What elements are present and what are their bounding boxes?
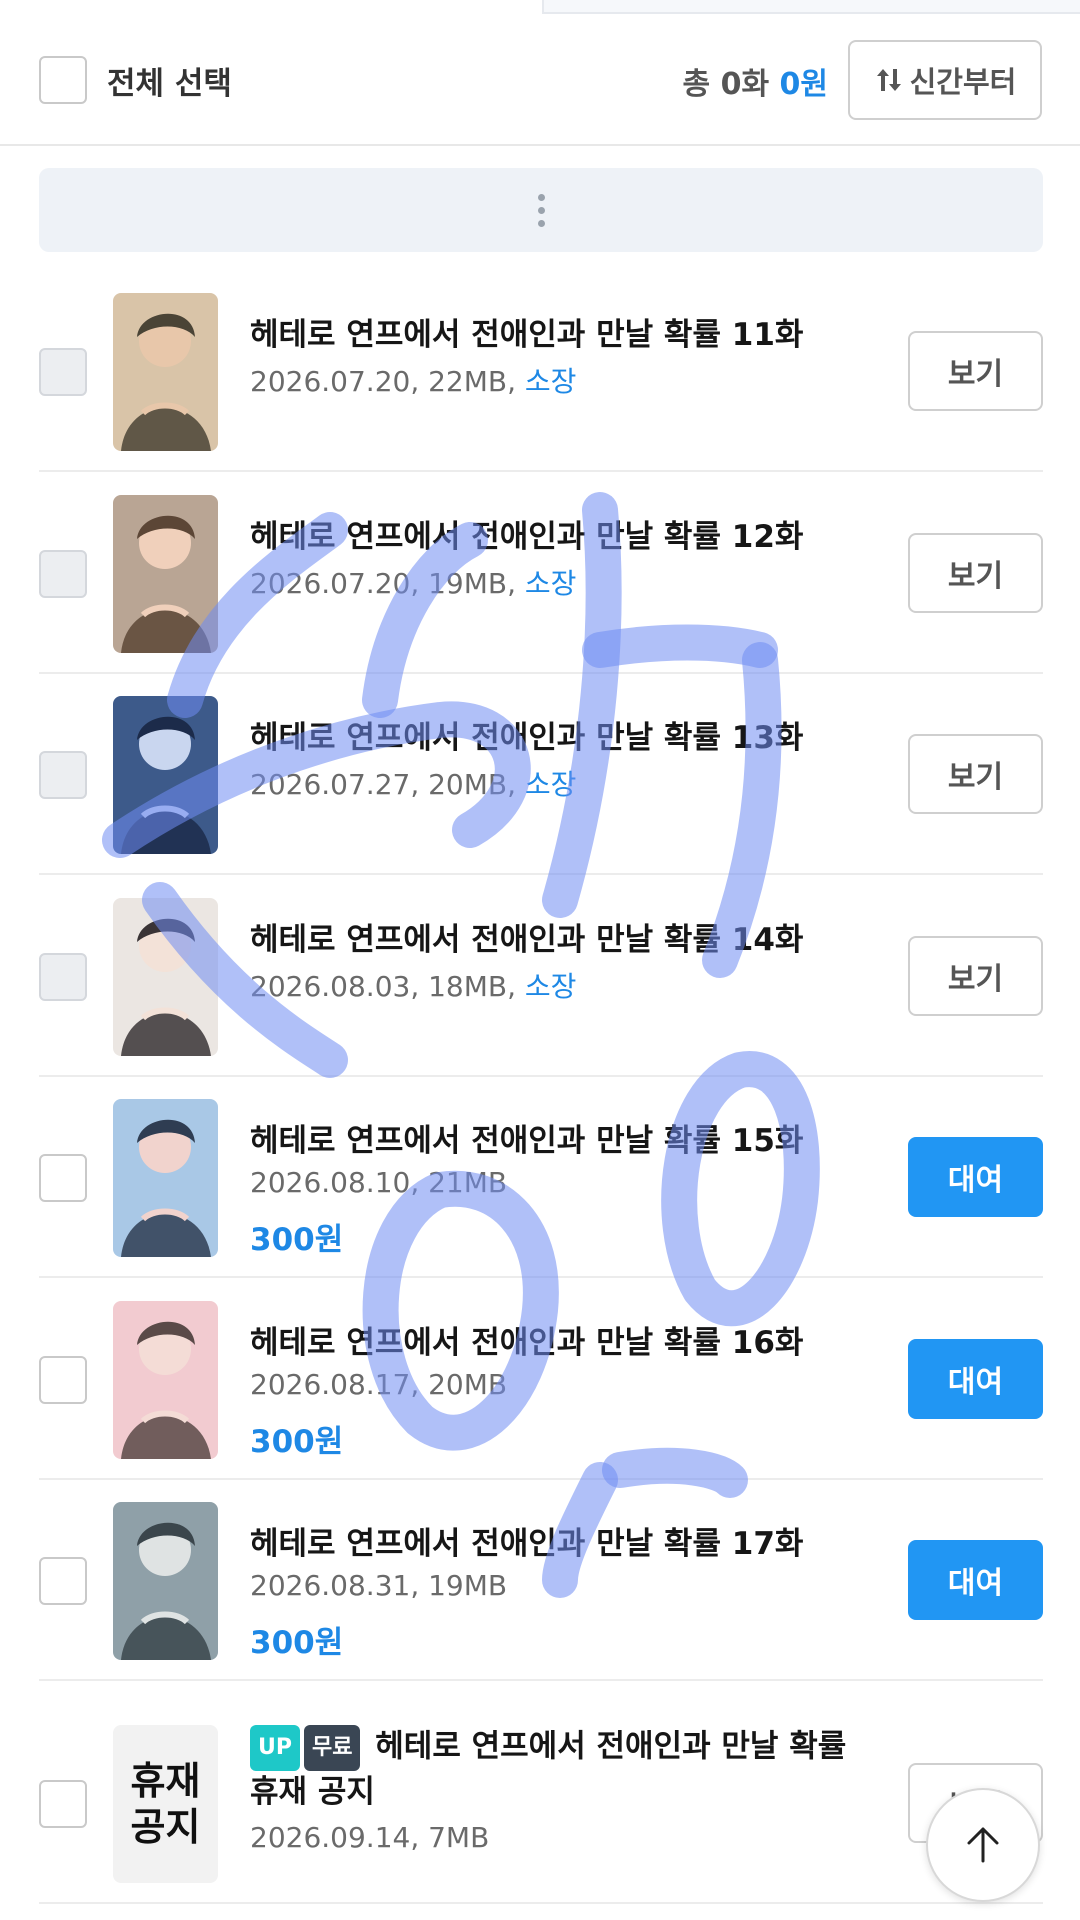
total-prefix: 총 — [682, 67, 711, 102]
episode-checkbox[interactable] — [39, 1355, 87, 1404]
episode-thumbnail[interactable] — [113, 1099, 218, 1257]
view-button[interactable]: 보기 — [908, 935, 1043, 1016]
thumbnail-illustration — [113, 897, 218, 1056]
episode-date-size: 2026.07.20, 22MB, — [250, 365, 517, 398]
episode-date-size: 2026.08.10, 21MB — [250, 1166, 508, 1199]
episode-date-size: 2026.08.03, 18MB, — [250, 969, 517, 1003]
arrow-up-icon — [967, 1827, 999, 1863]
up-badge: UP — [250, 1725, 300, 1771]
episode-date-size: 2026.08.17, 20MB — [250, 1367, 508, 1401]
rent-button[interactable]: 대여 — [908, 1137, 1043, 1217]
episode-meta: 2026.07.20, 22MB, 소장 — [250, 360, 576, 400]
select-all-checkbox[interactable] — [39, 56, 87, 104]
thumbnail-illustration — [113, 494, 218, 653]
view-button[interactable]: 보기 — [908, 331, 1043, 411]
thumbnail-illustration — [113, 1502, 218, 1660]
episode-checkbox[interactable] — [39, 549, 87, 598]
notice-thumbnail[interactable]: 휴재 공지 — [113, 1725, 218, 1883]
free-badge: 무료 — [304, 1725, 361, 1771]
episode-title[interactable]: 헤테로 연프에서 전애인과 만날 확률 12화 — [250, 511, 890, 556]
episode-meta: 2026.08.10, 21MB — [250, 1166, 507, 1199]
episode-title[interactable]: 헤테로 연프에서 전애인과 만날 확률 14화 — [250, 914, 890, 959]
total-count: 0화 — [720, 67, 770, 102]
list-item: 헤테로 연프에서 전애인과 만날 확률 17화 2026.08.31, 19MB… — [39, 1480, 1043, 1681]
expand-hidden-episodes-bar[interactable] — [39, 168, 1043, 252]
thumbnail-illustration — [113, 1300, 218, 1459]
sort-arrows-icon — [876, 69, 901, 91]
list-item: 헤테로 연프에서 전애인과 만날 확률 16화 2026.08.17, 20MB… — [39, 1279, 1043, 1480]
scroll-to-top-button[interactable] — [926, 1788, 1040, 1902]
list-item-notice: 휴재 공지 UP 무료 헤테로 연프에서 전애인과 만날 확률 휴재 공지 202… — [39, 1703, 1043, 1904]
list-header: 전체 선택 총 0화 0원 신간부터 — [0, 0, 1080, 146]
episode-title[interactable]: 헤테로 연프에서 전애인과 만날 확률 17화 — [250, 1518, 890, 1563]
sort-button[interactable]: 신간부터 — [848, 40, 1042, 120]
notice-thumb-line1: 휴재 — [130, 1758, 201, 1803]
view-button[interactable]: 보기 — [908, 734, 1043, 814]
episode-meta: 2026.08.03, 18MB, 소장 — [250, 965, 576, 1005]
notice-thumb-line2: 공지 — [130, 1804, 201, 1849]
episode-thumbnail[interactable] — [113, 1502, 218, 1660]
episode-checkbox[interactable] — [39, 1557, 87, 1605]
sort-label: 신간부터 — [909, 65, 1017, 99]
thumbnail-illustration — [113, 293, 218, 451]
owned-status: 소장 — [524, 969, 577, 1003]
episode-meta: 2026.07.27, 20MB, 소장 — [250, 763, 576, 803]
select-all-label[interactable]: 전체 선택 — [107, 58, 232, 103]
episode-title[interactable]: 헤테로 연프에서 전애인과 만날 확률 13화 — [250, 712, 890, 757]
episode-thumbnail[interactable] — [113, 494, 218, 653]
episode-date-size: 2026.07.27, 20MB, — [250, 768, 517, 801]
episode-meta: 2026.08.17, 20MB — [250, 1368, 507, 1401]
total-summary: 총 0화 0원 — [620, 59, 828, 103]
episode-price: 300원 — [250, 1423, 344, 1460]
episode-meta: 2026.08.31, 19MB — [250, 1569, 507, 1602]
vertical-dots-icon — [537, 193, 545, 227]
episode-thumbnail[interactable] — [113, 1300, 218, 1459]
episode-title[interactable]: 헤테로 연프에서 전애인과 만날 확률 11화 — [250, 309, 890, 354]
episode-thumbnail[interactable] — [113, 897, 218, 1056]
episode-meta: 2026.07.20, 19MB, 소장 — [250, 562, 576, 602]
view-button[interactable]: 보기 — [908, 532, 1043, 613]
episode-checkbox[interactable] — [39, 751, 87, 799]
list-item: 헤테로 연프에서 전애인과 만날 확률 14화 2026.08.03, 18MB… — [39, 876, 1043, 1077]
episode-title[interactable]: 헤테로 연프에서 전애인과 만날 확률 16화 — [250, 1317, 890, 1362]
list-item: 헤테로 연프에서 전애인과 만날 확률 15화 2026.08.10, 21MB… — [39, 1077, 1043, 1278]
episode-checkbox[interactable] — [39, 1154, 87, 1202]
episode-checkbox[interactable] — [39, 348, 87, 396]
rent-button[interactable]: 대여 — [908, 1540, 1043, 1620]
owned-status: 소장 — [524, 768, 577, 801]
notice-title-block[interactable]: UP 무료 헤테로 연프에서 전애인과 만날 확률 휴재 공지 — [250, 1725, 850, 1813]
episode-price: 300원 — [250, 1222, 344, 1258]
list-item: 헤테로 연프에서 전애인과 만날 확률 11화 2026.07.20, 22MB… — [39, 271, 1043, 472]
episode-checkbox[interactable] — [39, 1780, 87, 1828]
episode-thumbnail[interactable] — [113, 696, 218, 854]
episode-date-size: 2026.07.20, 19MB, — [250, 566, 517, 600]
episode-checkbox[interactable] — [39, 952, 87, 1001]
episode-date-size: 2026.08.31, 19MB — [250, 1569, 508, 1602]
owned-status: 소장 — [524, 566, 577, 600]
total-price: 0원 — [779, 67, 828, 102]
list-item: 헤테로 연프에서 전애인과 만날 확률 12화 2026.07.20, 19MB… — [39, 473, 1043, 674]
list-item: 헤테로 연프에서 전애인과 만날 확률 13화 2026.07.27, 20MB… — [39, 674, 1043, 875]
episode-title[interactable]: 헤테로 연프에서 전애인과 만날 확률 15화 — [250, 1115, 890, 1160]
episode-price: 300원 — [250, 1625, 344, 1661]
episode-thumbnail[interactable] — [113, 293, 218, 451]
notice-meta: 2026.09.14, 7MB — [250, 1821, 490, 1854]
thumbnail-illustration — [113, 696, 218, 854]
owned-status: 소장 — [524, 365, 577, 398]
thumbnail-illustration — [113, 1099, 218, 1257]
rent-button[interactable]: 대여 — [908, 1338, 1043, 1419]
